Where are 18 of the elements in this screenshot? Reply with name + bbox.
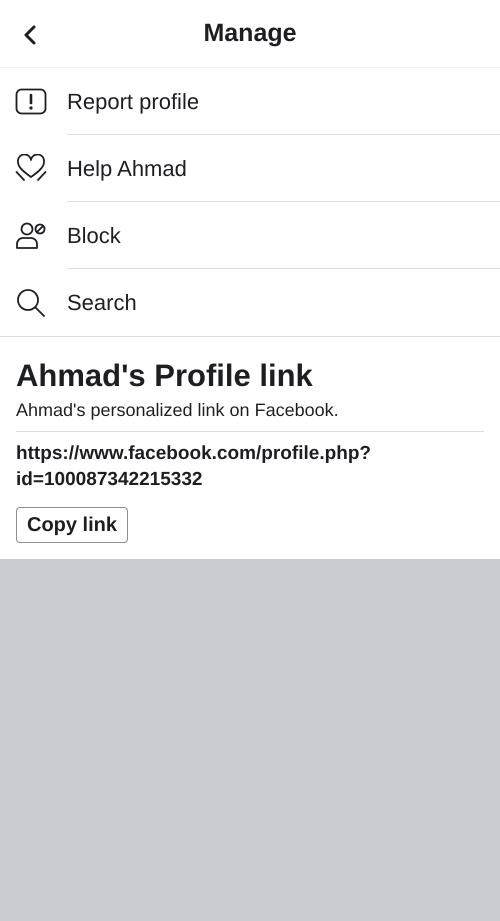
menu-item[interactable]: Report profile	[0, 68, 500, 135]
profile-url: https://www.facebook.com/profile.php? id=100087342215332	[16, 442, 372, 492]
menu-label: Block	[67, 222, 121, 250]
alert-icon	[15, 88, 47, 116]
back-icon	[23, 24, 37, 46]
menu-item[interactable]: Search	[0, 269, 500, 336]
menu-item[interactable]: Help Ahmad	[0, 135, 500, 202]
menu-label: Search	[67, 289, 137, 317]
menu-item[interactable]: Block	[0, 202, 500, 269]
search-icon	[15, 286, 47, 318]
person-block-icon	[15, 220, 47, 250]
menu-label: Report profile	[67, 88, 200, 116]
copy-link-button[interactable]: Copy link	[16, 507, 128, 543]
section-subtitle: Ahmad's personalized link on Facebook.	[16, 399, 340, 422]
menu-label: Help Ahmad	[67, 154, 187, 183]
header-title: Manage	[203, 18, 297, 49]
section-title: Ahmad's Profile link	[16, 357, 314, 395]
heart-hands-icon	[15, 154, 47, 184]
